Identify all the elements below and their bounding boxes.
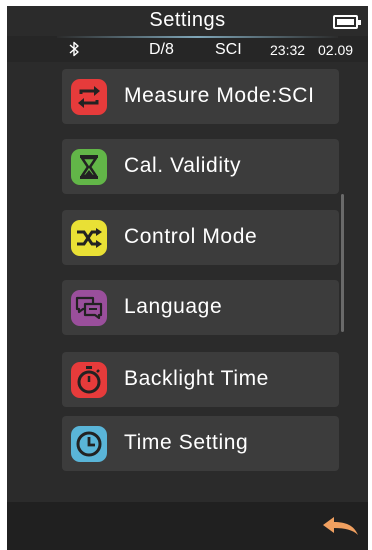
clock-date: 02.09 [318,42,354,58]
bottom-bar [7,502,368,550]
geometry-indicator: D/8 [149,41,174,58]
status-bar: D/8 SCI 23:32 02.09 [7,36,368,62]
hourglass-icon [71,149,107,185]
title-bar: Settings [7,6,368,36]
bluetooth-icon [69,41,79,57]
battery-full-icon [333,15,361,29]
clock-time: 23:32 [270,42,306,58]
menu-item-control-mode[interactable]: Control Mode [62,210,339,265]
page-title: Settings [149,9,226,31]
clock-icon [71,426,107,462]
settings-menu: Measure Mode:SCI Cal. Validity Control M… [7,62,368,502]
chat-bubbles-icon [71,290,107,326]
menu-item-label: Cal. Validity [124,154,242,177]
back-arrow-icon[interactable] [321,510,361,540]
shuffle-icon [71,220,107,256]
device-screen: Settings D/8 SCI 23:32 02.09 Measure Mod… [7,6,368,550]
menu-item-time-setting[interactable]: Time Setting [62,416,339,471]
menu-item-label: Measure Mode:SCI [124,84,315,107]
mode-indicator: SCI [215,41,242,58]
menu-item-label: Backlight Time [124,367,269,390]
swap-arrows-icon [71,79,107,115]
menu-item-language[interactable]: Language [62,280,339,335]
menu-scrollbar[interactable] [341,194,344,332]
menu-item-measure-mode[interactable]: Measure Mode:SCI [62,69,339,124]
menu-item-label: Time Setting [124,431,249,454]
menu-item-label: Control Mode [124,225,258,248]
menu-item-backlight-time[interactable]: Backlight Time [62,352,339,407]
menu-item-cal-validity[interactable]: Cal. Validity [62,139,339,194]
menu-item-label: Language [124,295,223,318]
stopwatch-icon [71,362,107,398]
